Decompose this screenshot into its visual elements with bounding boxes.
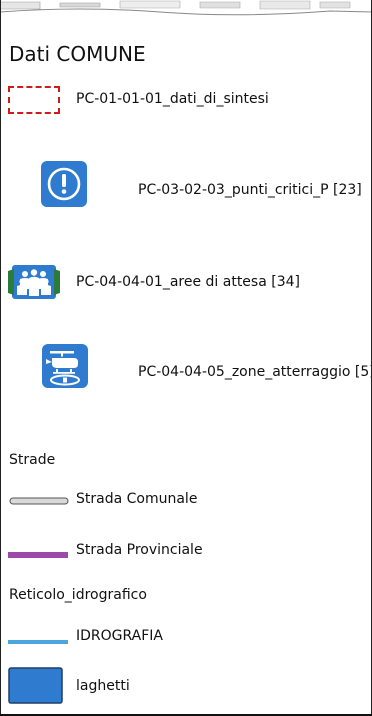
lake-area-icon xyxy=(8,667,64,709)
legend-item-label: Strada Provinciale xyxy=(76,542,203,558)
map-legend: Dati COMUNE PC-01-01-01_dati_di_sintesi … xyxy=(0,0,372,716)
legend-item-label: laghetti xyxy=(76,678,130,694)
dashed-red-rectangle-icon xyxy=(8,86,60,114)
people-gathering-icon xyxy=(8,265,60,299)
legend-item-label: Strada Comunale xyxy=(76,491,198,507)
legend-item-label: PC-04-04-01_aree di attesa [34] xyxy=(76,274,300,290)
water-line-icon xyxy=(8,631,70,650)
helicopter-landing-icon xyxy=(42,344,88,388)
frame-left-edge xyxy=(0,0,1,716)
legend-item-label: PC-03-02-03_punti_critici_P [23] xyxy=(138,182,362,198)
gray-road-line-icon xyxy=(8,492,70,511)
legend-item-label: PC-04-04-05_zone_atterraggio [5] xyxy=(138,364,372,380)
exclamation-icon xyxy=(41,161,87,207)
legend-item-label: PC-01-01-01_dati_di_sintesi xyxy=(76,91,269,107)
purple-road-line-icon xyxy=(8,545,70,564)
section-heading-strade: Strade xyxy=(9,452,56,468)
legend-item-label: IDROGRAFIA xyxy=(76,628,164,644)
section-heading-reticolo: Reticolo_idrografico xyxy=(9,587,147,603)
cropped-map-strip xyxy=(0,0,372,18)
legend-title: Dati COMUNE xyxy=(9,42,146,66)
